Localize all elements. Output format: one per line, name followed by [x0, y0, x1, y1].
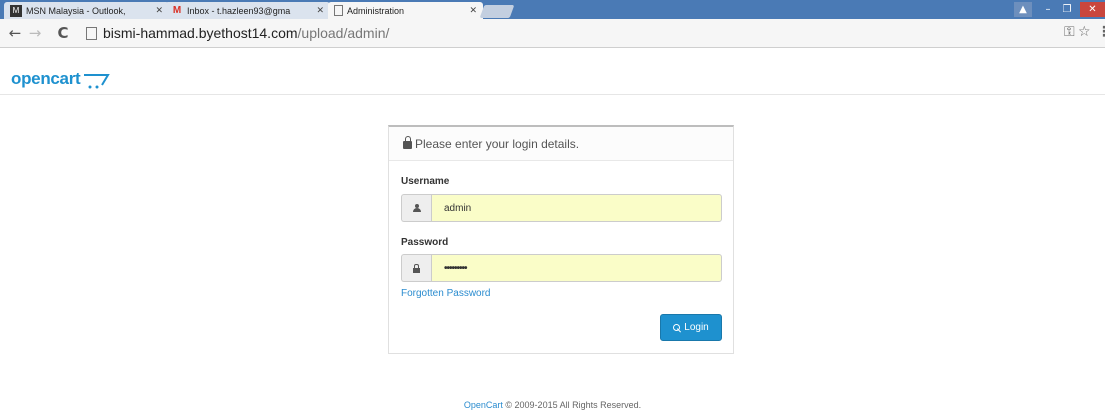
star-icon[interactable]: ☆	[1078, 24, 1091, 40]
tab-gmail[interactable]: M Inbox - t.hazleen93@gma ✕	[165, 2, 330, 19]
msn-icon: M	[10, 4, 22, 17]
login-button[interactable]: Login	[660, 314, 722, 341]
browser-toolbar: ← → C bismi-hammad.byethost14.com/upload…	[0, 19, 1105, 48]
url-host: bismi-hammad.byethost14.com	[103, 25, 298, 41]
browser-tab-strip: M MSN Malaysia - Outlook, ✕ M Inbox - t.…	[0, 0, 1105, 19]
user-icon	[401, 194, 431, 222]
restore-icon[interactable]: ❐	[1058, 2, 1076, 17]
password-group: •••••••••	[401, 254, 722, 282]
close-icon[interactable]: ✕	[316, 5, 324, 16]
opencart-logo: opencart	[11, 69, 81, 88]
page-icon	[334, 5, 343, 16]
login-button-label: Login	[684, 322, 709, 333]
key-icon	[673, 323, 681, 332]
new-tab-button[interactable]	[479, 5, 515, 18]
panel-heading: Please enter your login details.	[389, 127, 733, 161]
reload-icon[interactable]: C	[54, 24, 72, 42]
forgotten-password-link[interactable]: Forgotten Password	[401, 288, 491, 299]
forward-icon[interactable]: →	[26, 24, 44, 42]
page-icon	[86, 26, 97, 40]
password-input[interactable]: •••••••••	[431, 254, 722, 282]
login-panel: Please enter your login details. Usernam…	[388, 125, 734, 354]
minimize-icon[interactable]: –	[1040, 2, 1056, 17]
page-footer: OpenCart © 2009-2015 All Rights Reserved…	[0, 400, 1105, 410]
close-icon[interactable]: ✕	[469, 5, 477, 16]
tab-title: Administration	[347, 5, 405, 16]
panel-heading-text: Please enter your login details.	[415, 136, 580, 151]
username-group: admin	[401, 194, 722, 222]
address-bar[interactable]: bismi-hammad.byethost14.com/upload/admin…	[80, 22, 1080, 44]
gmail-icon: M	[172, 5, 182, 16]
tab-title: Inbox - t.hazleen93@gma	[187, 5, 291, 16]
lock-icon	[403, 135, 412, 149]
window-close-icon[interactable]: ✕	[1080, 2, 1105, 17]
menu-icon[interactable]: ⋮	[1097, 24, 1105, 40]
close-icon[interactable]: ✕	[155, 5, 163, 16]
tab-title: MSN Malaysia - Outlook,	[26, 5, 126, 16]
tab-msn[interactable]: M MSN Malaysia - Outlook, ✕	[4, 2, 169, 19]
url-path: /upload/admin/	[297, 25, 390, 41]
page-header: opencart	[0, 48, 1105, 95]
user-profile-icon[interactable]: ▲	[1014, 2, 1032, 17]
tab-administration[interactable]: Administration ✕	[328, 2, 483, 19]
back-icon[interactable]: ←	[6, 24, 24, 42]
key-icon[interactable]: ⚿	[1064, 24, 1075, 40]
copyright-text: © 2009-2015 All Rights Reserved.	[502, 400, 642, 410]
username-input[interactable]: admin	[431, 194, 722, 222]
lock-icon	[401, 254, 431, 282]
password-label: Password	[401, 237, 449, 248]
username-label: Username	[401, 176, 450, 187]
opencart-link[interactable]: OpenCart	[464, 400, 503, 410]
cart-icon	[84, 74, 110, 89]
